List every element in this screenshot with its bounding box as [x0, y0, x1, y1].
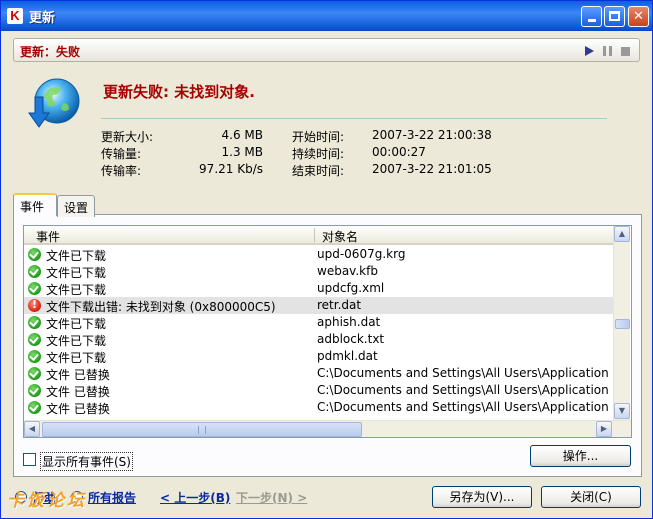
success-check-icon: [28, 384, 41, 397]
watermark-text: 卡饭论坛: [7, 491, 87, 511]
stop-icon[interactable]: [621, 47, 630, 56]
success-check-icon: [28, 265, 41, 278]
scroll-left-button[interactable]: ◀: [24, 421, 40, 437]
tab-events[interactable]: 事件: [13, 193, 57, 216]
table-row[interactable]: 文件已下载 webav.kfb: [24, 263, 614, 280]
scroll-down-button[interactable]: ▼: [614, 403, 630, 419]
column-header-object[interactable]: 对象名: [322, 228, 358, 245]
scroll-up-button[interactable]: ▲: [614, 226, 630, 242]
event-cell: 文件 已替换: [46, 402, 110, 416]
success-check-icon: [28, 333, 41, 346]
play-icon[interactable]: [585, 46, 594, 56]
success-check-icon: [28, 401, 41, 414]
maximize-icon: [609, 11, 620, 21]
maximize-button[interactable]: [604, 6, 625, 27]
horizontal-scrollbar[interactable]: ◀ ▶: [24, 420, 631, 437]
column-header-event[interactable]: 事件: [36, 228, 60, 245]
event-cell: 文件 已替换: [46, 368, 110, 382]
previous-step-link[interactable]: < 上一步(B): [160, 489, 230, 506]
error-icon: [28, 298, 41, 312]
event-cell: 文件已下载: [46, 334, 107, 348]
table-row[interactable]: 文件 已替换 C:\Documents and Settings\All User…: [24, 382, 614, 399]
success-check-icon: [28, 367, 41, 380]
object-cell: retr.dat: [317, 298, 362, 312]
table-row[interactable]: 文件已下载 upd-0607g.krg: [24, 246, 614, 263]
table-row[interactable]: 文件已下载 updcfg.xml: [24, 280, 614, 297]
horizontal-scroll-thumb[interactable]: [42, 422, 362, 437]
pause-icon[interactable]: [603, 46, 612, 56]
column-divider[interactable]: [314, 228, 315, 242]
stat-value: 1.3 MB: [221, 145, 263, 159]
title-bar[interactable]: K 更新 ✕: [1, 1, 652, 31]
success-check-icon: [28, 282, 41, 295]
vertical-scroll-thumb[interactable]: [615, 319, 630, 329]
list-header: 事件 对象名: [24, 226, 614, 245]
event-cell: 文件已下载: [46, 249, 107, 263]
stat-label: 传输量:: [101, 147, 142, 161]
kaspersky-app-icon: K: [7, 8, 23, 24]
scroll-right-button[interactable]: ▶: [596, 421, 612, 437]
scroll-grip-icon: [198, 426, 206, 434]
update-globe-icon: [28, 78, 80, 128]
stat-value: 2007-3-22 21:01:05: [372, 162, 492, 176]
update-window: K 更新 ✕ 更新：失败 更新失败: 未找到对象. 更新大小: 4.6 MB 开…: [0, 0, 653, 519]
list-rows: 文件已下载 upd-0607g.krg 文件已下载 webav.kfb 文件已下载 upd…: [24, 246, 614, 416]
event-cell: 文件已下载: [46, 266, 107, 280]
save-as-button[interactable]: 另存为(V)...: [432, 486, 532, 508]
close-button[interactable]: 关闭(C): [541, 486, 641, 508]
event-cell: 文件 已替换: [46, 385, 110, 399]
next-step-link: 下一步(N) >: [236, 491, 308, 505]
close-icon: ✕: [633, 9, 644, 24]
separator: [101, 118, 607, 119]
stat-value: 00:00:27: [372, 145, 426, 159]
object-cell: C:\Documents and Settings\All Users\Appl…: [317, 400, 614, 414]
stat-label: 持续时间:: [292, 147, 345, 161]
status-label: 更新：失败: [20, 45, 81, 59]
show-all-events-label[interactable]: 显示所有事件(S): [40, 452, 133, 471]
minimize-icon: [587, 19, 596, 22]
failure-heading: 更新失败: 未找到对象.: [103, 83, 255, 101]
success-check-icon: [28, 316, 41, 329]
window-title: 更新: [29, 11, 56, 26]
object-cell: aphish.dat: [317, 315, 381, 329]
all-reports-link[interactable]: 所有报告: [88, 489, 136, 506]
stat-label: 更新大小:: [101, 130, 154, 144]
stat-label: 结束时间:: [292, 164, 345, 178]
close-window-button[interactable]: ✕: [628, 6, 649, 27]
table-row[interactable]: 文件已下载 pdmkl.dat: [24, 348, 614, 365]
object-cell: upd-0607g.krg: [317, 247, 406, 261]
table-row[interactable]: 文件已下载 adblock.txt: [24, 331, 614, 348]
table-row[interactable]: 文件 已替换 C:\Documents and Settings\All User…: [24, 399, 614, 416]
operations-button[interactable]: 操作...: [530, 445, 631, 467]
event-cell: 文件已下载: [46, 283, 107, 297]
table-row[interactable]: 文件已下载 aphish.dat: [24, 314, 614, 331]
tab-settings[interactable]: 设置: [57, 195, 95, 217]
stat-value: 4.6 MB: [221, 128, 263, 142]
minimize-button[interactable]: [581, 6, 602, 27]
object-cell: C:\Documents and Settings\All Users\Appl…: [317, 383, 614, 397]
object-cell: webav.kfb: [317, 264, 378, 278]
object-cell: pdmkl.dat: [317, 349, 378, 363]
status-header: 更新：失败: [13, 38, 640, 62]
object-cell: C:\Documents and Settings\All Users\Appl…: [317, 366, 614, 380]
event-cell: 文件下载出错: 未找到对象 (0x800000C5): [46, 300, 276, 314]
show-all-events-checkbox[interactable]: [23, 453, 36, 466]
stat-label: 传输率:: [101, 164, 142, 178]
stat-value: 97.21 Kb/s: [199, 162, 263, 176]
object-cell: updcfg.xml: [317, 281, 385, 295]
vertical-scrollbar[interactable]: ▲ ▼: [613, 226, 630, 420]
table-row[interactable]: 文件 已替换 C:\Documents and Settings\All User…: [24, 365, 614, 382]
table-row[interactable]: 文件下载出错: 未找到对象 (0x800000C5) retr.dat: [24, 297, 614, 314]
success-check-icon: [28, 350, 41, 363]
event-cell: 文件已下载: [46, 351, 107, 365]
events-list[interactable]: 事件 对象名 文件已下载 upd-0607g.krg 文件已下载 webav.kfb 文…: [23, 225, 632, 438]
success-check-icon: [28, 248, 41, 261]
stat-label: 开始时间:: [292, 130, 345, 144]
object-cell: adblock.txt: [317, 332, 385, 346]
stat-value: 2007-3-22 21:00:38: [372, 128, 492, 142]
event-cell: 文件已下载: [46, 317, 107, 331]
